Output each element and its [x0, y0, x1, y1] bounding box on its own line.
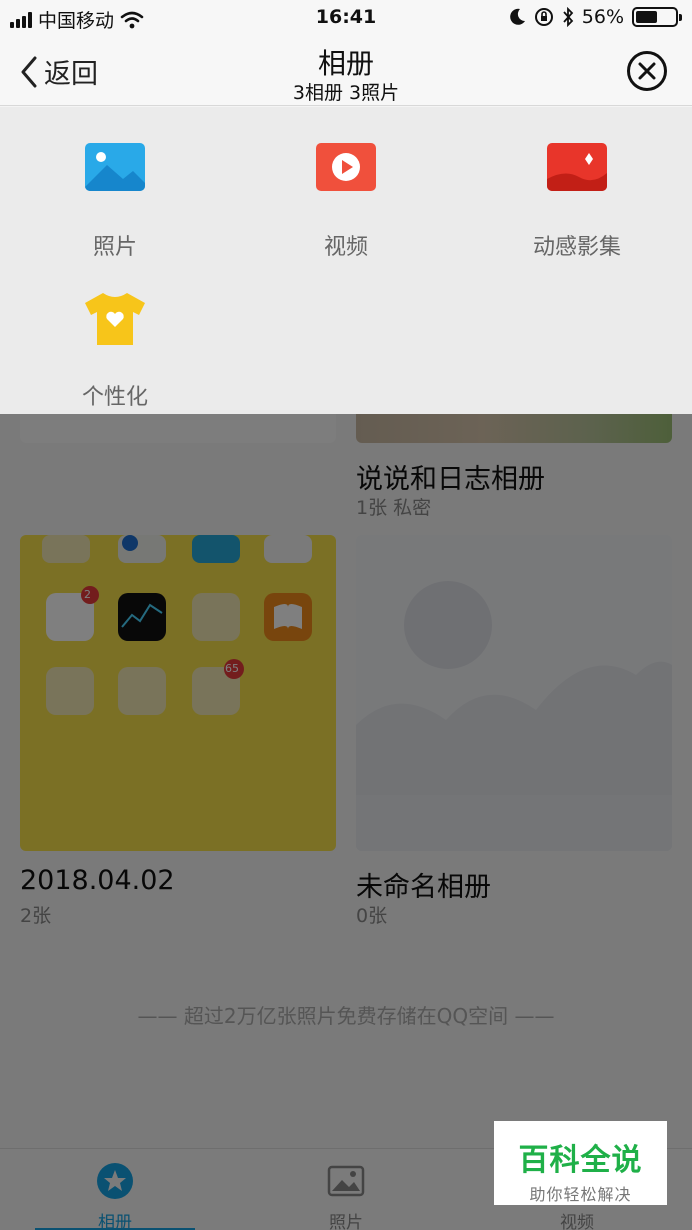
- status-bar: 中国移动 16:41 56%: [0, 0, 692, 36]
- status-right: 56%: [509, 6, 682, 28]
- photo-icon: [85, 143, 145, 191]
- dynamic-album-icon: [547, 143, 607, 191]
- rotation-lock-icon: [534, 8, 553, 26]
- menu-label: 动感影集: [532, 235, 621, 260]
- page-title: 相册: [317, 47, 374, 80]
- menu-label: 照片: [92, 235, 137, 260]
- page-subtitle: 3相册 3照片: [292, 82, 400, 104]
- menu-item-personalize[interactable]: 个性化: [0, 293, 230, 411]
- video-play-icon: [316, 143, 376, 191]
- battery-icon: [632, 7, 682, 27]
- menu-label: 视频: [323, 235, 368, 260]
- upload-type-menu: 照片 视频 动感影集 个性化: [0, 107, 692, 414]
- menu-item-dynamic-album[interactable]: 动感影集: [462, 143, 692, 261]
- battery-percent: 56%: [581, 6, 624, 28]
- menu-item-photo[interactable]: 照片: [0, 143, 230, 261]
- close-button[interactable]: [626, 50, 668, 92]
- menu-label: 个性化: [81, 385, 148, 410]
- moon-icon: [509, 8, 525, 25]
- bluetooth-icon: [563, 7, 574, 27]
- nav-bar: 返回 相册 3相册 3照片: [0, 36, 692, 106]
- watermark-badge: 百科全说 助你轻松解决: [494, 1121, 667, 1205]
- tshirt-icon: [85, 293, 145, 345]
- watermark-subtitle: 助你轻松解决: [529, 1185, 632, 1204]
- watermark-title: 百科全说: [518, 1143, 643, 1178]
- menu-item-video[interactable]: 视频: [231, 143, 461, 261]
- battery-fill: [636, 11, 658, 23]
